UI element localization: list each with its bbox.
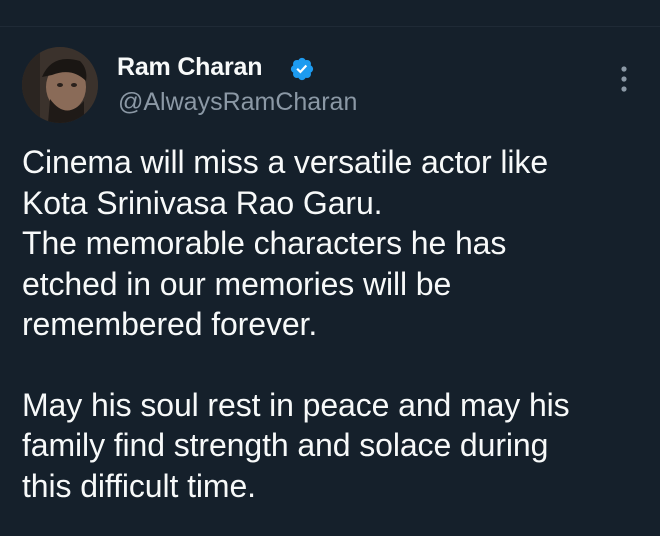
author-name[interactable]: Ram Charan xyxy=(117,53,262,82)
tweet-line: The memorable characters he has xyxy=(22,225,507,261)
avatar-image xyxy=(22,47,98,123)
tweet-line: family find strength and solace during xyxy=(22,427,549,463)
tweet-line: Kota Srinivasa Rao Garu. xyxy=(22,184,383,221)
verified-badge-icon xyxy=(290,57,314,81)
tweet-line: this difficult time. xyxy=(22,467,256,504)
top-divider xyxy=(0,26,660,27)
tweet-line: May his soul rest in peace and may his xyxy=(22,386,570,423)
tweet-line: etched in our memories will be xyxy=(22,265,452,302)
tweet-line: remembered forever. xyxy=(22,306,318,342)
tweet-line: Cinema will miss a versatile actor like xyxy=(22,144,549,180)
more-options-icon[interactable] xyxy=(612,64,636,94)
tweet-text: Cinema will miss a versatile actor like … xyxy=(22,142,642,506)
avatar[interactable] xyxy=(22,47,98,123)
author-handle[interactable]: @AlwaysRamCharan xyxy=(118,88,357,117)
